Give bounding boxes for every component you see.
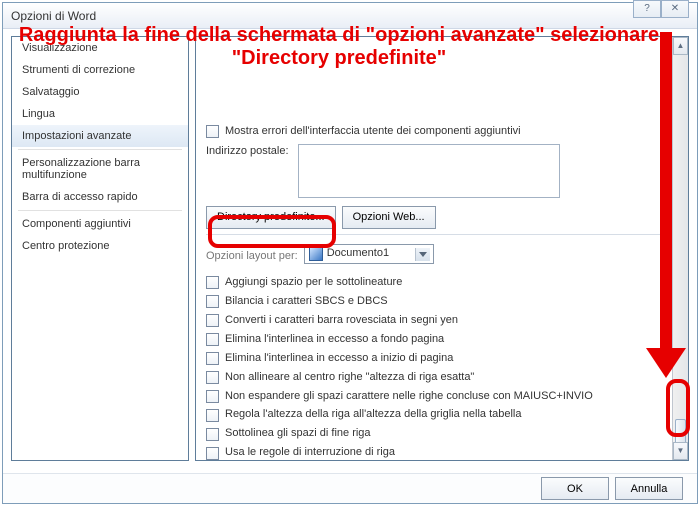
sidebar-item-salvataggio[interactable]: Salvataggio: [12, 81, 188, 103]
layout-check-row: Non allineare al centro righe "altezza d…: [206, 370, 678, 386]
layout-check-label: Sottolinea gli spazi di fine riga: [225, 426, 371, 442]
sidebar-item-avanzate[interactable]: Impostazioni avanzate: [12, 125, 188, 147]
checkbox-errors[interactable]: [206, 125, 219, 138]
layout-for-select[interactable]: Documento1: [304, 244, 434, 264]
sidebar-item-trust[interactable]: Centro protezione: [12, 235, 188, 257]
chevron-down-icon: [419, 252, 427, 257]
layout-check-row: Elimina l'interlinea in eccesso a fondo …: [206, 332, 678, 348]
window-title: Opzioni di Word: [3, 3, 697, 29]
layout-check-label: Regola l'altezza della riga all'altezza …: [225, 407, 522, 423]
layout-for-label: Opzioni layout per:: [206, 249, 298, 265]
layout-check-row: Bilancia i caratteri SBCS e DBCS: [206, 294, 678, 310]
layout-check-label: Bilancia i caratteri SBCS e DBCS: [225, 294, 388, 310]
layout-checkbox[interactable]: [206, 390, 219, 403]
checkbox-errors-label: Mostra errori dell'interfaccia utente de…: [225, 124, 521, 140]
layout-checkbox[interactable]: [206, 447, 219, 460]
layout-checkbox[interactable]: [206, 314, 219, 327]
cancel-button[interactable]: Annulla: [615, 477, 683, 500]
scrollbar[interactable]: ▲ ▼: [672, 37, 688, 460]
sidebar-item-lingua[interactable]: Lingua: [12, 103, 188, 125]
layout-check-label: Elimina l'interlinea in eccesso a inizio…: [225, 351, 453, 367]
document-icon: [309, 247, 323, 261]
sidebar: Visualizzazione Strumenti di correzione …: [11, 36, 189, 461]
layout-check-label: Elimina l'interlinea in eccesso a fondo …: [225, 332, 444, 348]
ok-button[interactable]: OK: [541, 477, 609, 500]
layout-check-label: Non espandere gli spazi carattere nelle …: [225, 389, 593, 405]
layout-checkbox[interactable]: [206, 428, 219, 441]
sidebar-item-ribbon[interactable]: Personalizzazione barra multifunzione: [12, 152, 188, 186]
layout-checkbox[interactable]: [206, 276, 219, 289]
help-button[interactable]: ?: [633, 0, 661, 18]
layout-checkbox[interactable]: [206, 371, 219, 384]
layout-check-label: Aggiungi spazio per le sottolineature: [225, 275, 402, 291]
address-textarea[interactable]: [298, 144, 560, 198]
web-options-button[interactable]: Opzioni Web...: [342, 206, 436, 229]
layout-check-row: Usa le regole di interruzione di riga: [206, 445, 678, 461]
layout-check-row: Aggiungi spazio per le sottolineature: [206, 275, 678, 291]
layout-check-row: Regola l'altezza della riga all'altezza …: [206, 407, 678, 423]
layout-check-label: Converti i caratteri barra rovesciata in…: [225, 313, 458, 329]
scroll-up-button[interactable]: ▲: [673, 37, 688, 55]
sidebar-item-quickaccess[interactable]: Barra di accesso rapido: [12, 186, 188, 208]
scroll-down-button[interactable]: ▼: [673, 442, 688, 460]
sidebar-item-visualizzazione[interactable]: Visualizzazione: [12, 37, 188, 59]
address-label: Indirizzo postale:: [206, 144, 292, 160]
layout-checkbox[interactable]: [206, 352, 219, 365]
content-pane: Mostra errori dell'interfaccia utente de…: [195, 36, 689, 461]
directory-button[interactable]: Directory predefinite...: [206, 206, 336, 229]
layout-for-value: Documento1: [327, 246, 389, 262]
layout-check-row: Elimina l'interlinea in eccesso a inizio…: [206, 351, 678, 367]
layout-check-row: Sottolinea gli spazi di fine riga: [206, 426, 678, 442]
layout-checkbox[interactable]: [206, 333, 219, 346]
layout-checkbox[interactable]: [206, 409, 219, 422]
layout-check-row: Non espandere gli spazi carattere nelle …: [206, 389, 678, 405]
layout-check-label: Usa le regole di interruzione di riga: [225, 445, 395, 461]
layout-check-row: Converti i caratteri barra rovesciata in…: [206, 313, 678, 329]
layout-checkbox[interactable]: [206, 295, 219, 308]
sidebar-item-addins[interactable]: Componenti aggiuntivi: [12, 213, 188, 235]
sidebar-item-strumenti[interactable]: Strumenti di correzione: [12, 59, 188, 81]
close-button[interactable]: ✕: [661, 0, 689, 18]
layout-check-label: Non allineare al centro righe "altezza d…: [225, 370, 474, 386]
